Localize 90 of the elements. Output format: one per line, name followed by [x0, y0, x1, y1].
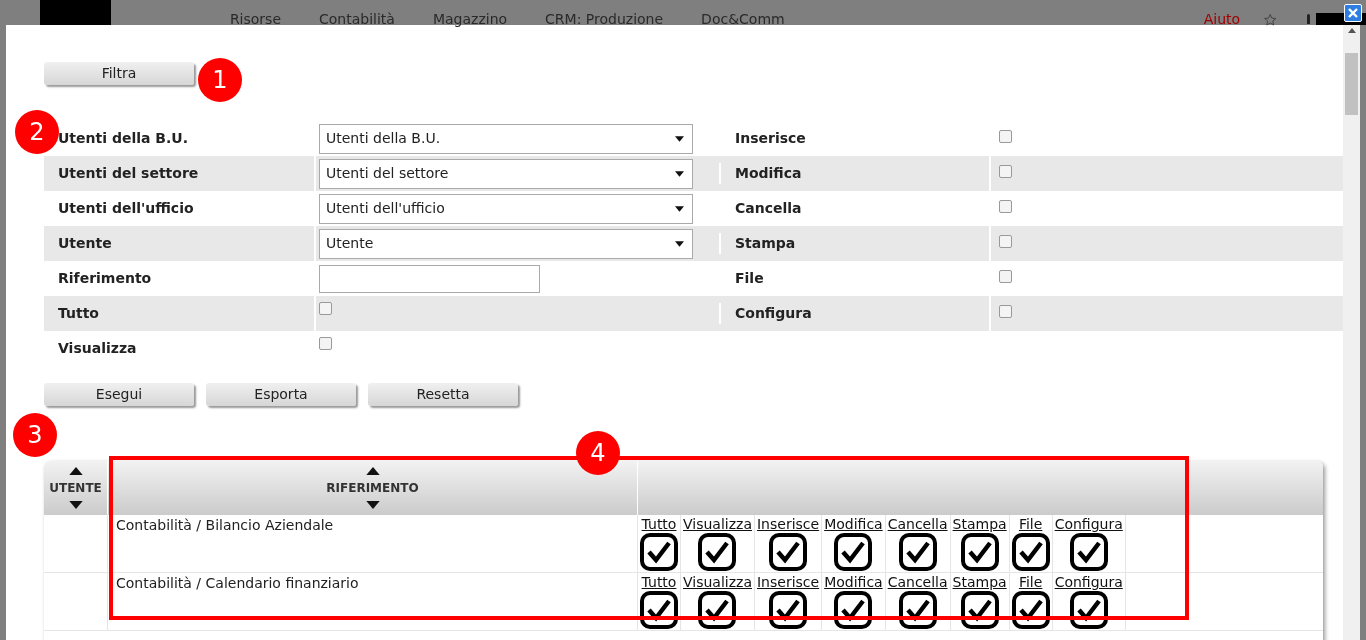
checked-box-icon[interactable]: [898, 591, 937, 629]
menu-item[interactable]: Contabilità: [319, 12, 395, 26]
user-icon: [1306, 14, 1311, 24]
permission-link[interactable]: Inserisce: [756, 515, 820, 533]
permission-link[interactable]: File: [1018, 515, 1043, 533]
permission-link[interactable]: Modifica: [824, 515, 883, 533]
action-button[interactable]: Resetta: [368, 383, 518, 406]
dropdown-caret-icon: [675, 170, 684, 177]
checked-box-icon[interactable]: [960, 591, 999, 629]
checked-box-icon[interactable]: [769, 591, 808, 629]
checkbox[interactable]: [999, 305, 1012, 318]
number-marker: 3: [13, 413, 57, 457]
checked-box-icon[interactable]: [1069, 591, 1108, 629]
dropdown-caret-icon: [675, 205, 684, 212]
logo-placeholder: [40, 0, 111, 25]
checked-box-icon[interactable]: [769, 533, 808, 571]
action-button[interactable]: Esporta: [206, 383, 356, 406]
checked-box-icon[interactable]: [640, 591, 678, 629]
field-label: Utenti della B.U.: [57, 129, 189, 148]
permission-link[interactable]: Configura: [1054, 515, 1123, 533]
field-label: File: [719, 268, 989, 289]
field-label: Modifica: [719, 163, 989, 184]
checkbox[interactable]: [999, 270, 1012, 283]
menu-item[interactable]: Doc&Comm: [701, 12, 785, 26]
dropdown-field[interactable]: Utenti del settore: [319, 158, 693, 189]
permission-link[interactable]: Modifica: [824, 573, 883, 591]
field-label: Stampa: [719, 233, 989, 254]
scroll-up-icon[interactable]: [1347, 28, 1356, 33]
checked-box-icon[interactable]: [1069, 533, 1108, 571]
permission-link[interactable]: Cancella: [887, 515, 948, 533]
number-marker: 1: [198, 58, 242, 102]
checkbox[interactable]: [999, 235, 1012, 248]
checkbox[interactable]: [999, 130, 1012, 143]
permission-link[interactable]: Tutto: [641, 573, 677, 591]
field-label: Cancella: [719, 198, 989, 219]
dropdown-field[interactable]: Utenti dell'ufficio: [319, 193, 693, 224]
text-field[interactable]: [319, 264, 540, 293]
table-cell: Contabilità / Bilancio Aziendale: [108, 515, 638, 572]
checked-box-icon[interactable]: [640, 533, 678, 571]
permission-link[interactable]: Visualizza: [683, 515, 752, 533]
field-label: Riferimento: [57, 269, 153, 288]
column-title: UTENTE: [49, 480, 102, 497]
checked-box-icon[interactable]: [960, 533, 999, 571]
sort-up-icon: [365, 467, 380, 475]
field-label: Tutto: [57, 304, 100, 323]
number-marker: 4: [576, 431, 620, 475]
permission-link[interactable]: Stampa: [952, 515, 1007, 533]
menu-item[interactable]: Risorse: [229, 12, 282, 26]
action-button[interactable]: Esegui: [44, 383, 194, 406]
sort-down-icon: [68, 501, 83, 509]
permission-link[interactable]: Configura: [1054, 573, 1123, 591]
close-icon[interactable]: [1348, 8, 1358, 18]
field-label: Configura: [719, 303, 989, 324]
permission-link[interactable]: File: [1018, 573, 1043, 591]
checked-box-icon[interactable]: [898, 533, 937, 571]
field-label: Visualizza: [57, 339, 138, 358]
filter-button[interactable]: Filtra: [44, 62, 194, 85]
checkbox[interactable]: [999, 165, 1012, 178]
field-label: Utenti del settore: [57, 164, 200, 183]
permission-link[interactable]: Inserisce: [756, 573, 820, 591]
close-button[interactable]: [1344, 4, 1362, 22]
dropdown-field[interactable]: Utenti della B.U.: [319, 123, 693, 154]
checked-box-icon[interactable]: [698, 533, 737, 571]
checkbox[interactable]: [319, 337, 332, 350]
dropdown-caret-icon: [675, 135, 684, 142]
permission-link[interactable]: Cancella: [887, 573, 948, 591]
permission-link[interactable]: Stampa: [952, 573, 1007, 591]
field-label: Utenti dell'ufficio: [57, 199, 195, 218]
sort-down-icon: [365, 501, 380, 509]
column-title: RIFERIMENTO: [326, 480, 419, 497]
dropdown-caret-icon: [675, 240, 684, 247]
scrollbar-thumb[interactable]: [1345, 53, 1358, 115]
checked-box-icon[interactable]: [834, 533, 873, 571]
menu-item[interactable]: CRM: Produzione: [545, 12, 664, 26]
column-header[interactable]: UTENTE: [44, 461, 108, 515]
sort-up-icon: [68, 467, 83, 475]
checked-box-icon[interactable]: [834, 591, 873, 629]
checked-box-icon[interactable]: [1011, 533, 1050, 571]
table-cell: Contabilità / Calendario finanziario: [108, 573, 638, 630]
checked-box-icon[interactable]: [1011, 591, 1050, 629]
field-label: Utente: [57, 234, 113, 253]
field-label: Inserisce: [719, 128, 989, 149]
permission-link[interactable]: Tutto: [641, 515, 677, 533]
permission-link[interactable]: Visualizza: [683, 573, 752, 591]
checkbox[interactable]: [319, 302, 332, 315]
dropdown-field[interactable]: Utente: [319, 228, 693, 259]
menu-item[interactable]: Magazzino: [432, 12, 508, 26]
number-marker: 2: [15, 110, 59, 154]
checked-box-icon[interactable]: [698, 591, 737, 629]
checkbox[interactable]: [999, 200, 1012, 213]
